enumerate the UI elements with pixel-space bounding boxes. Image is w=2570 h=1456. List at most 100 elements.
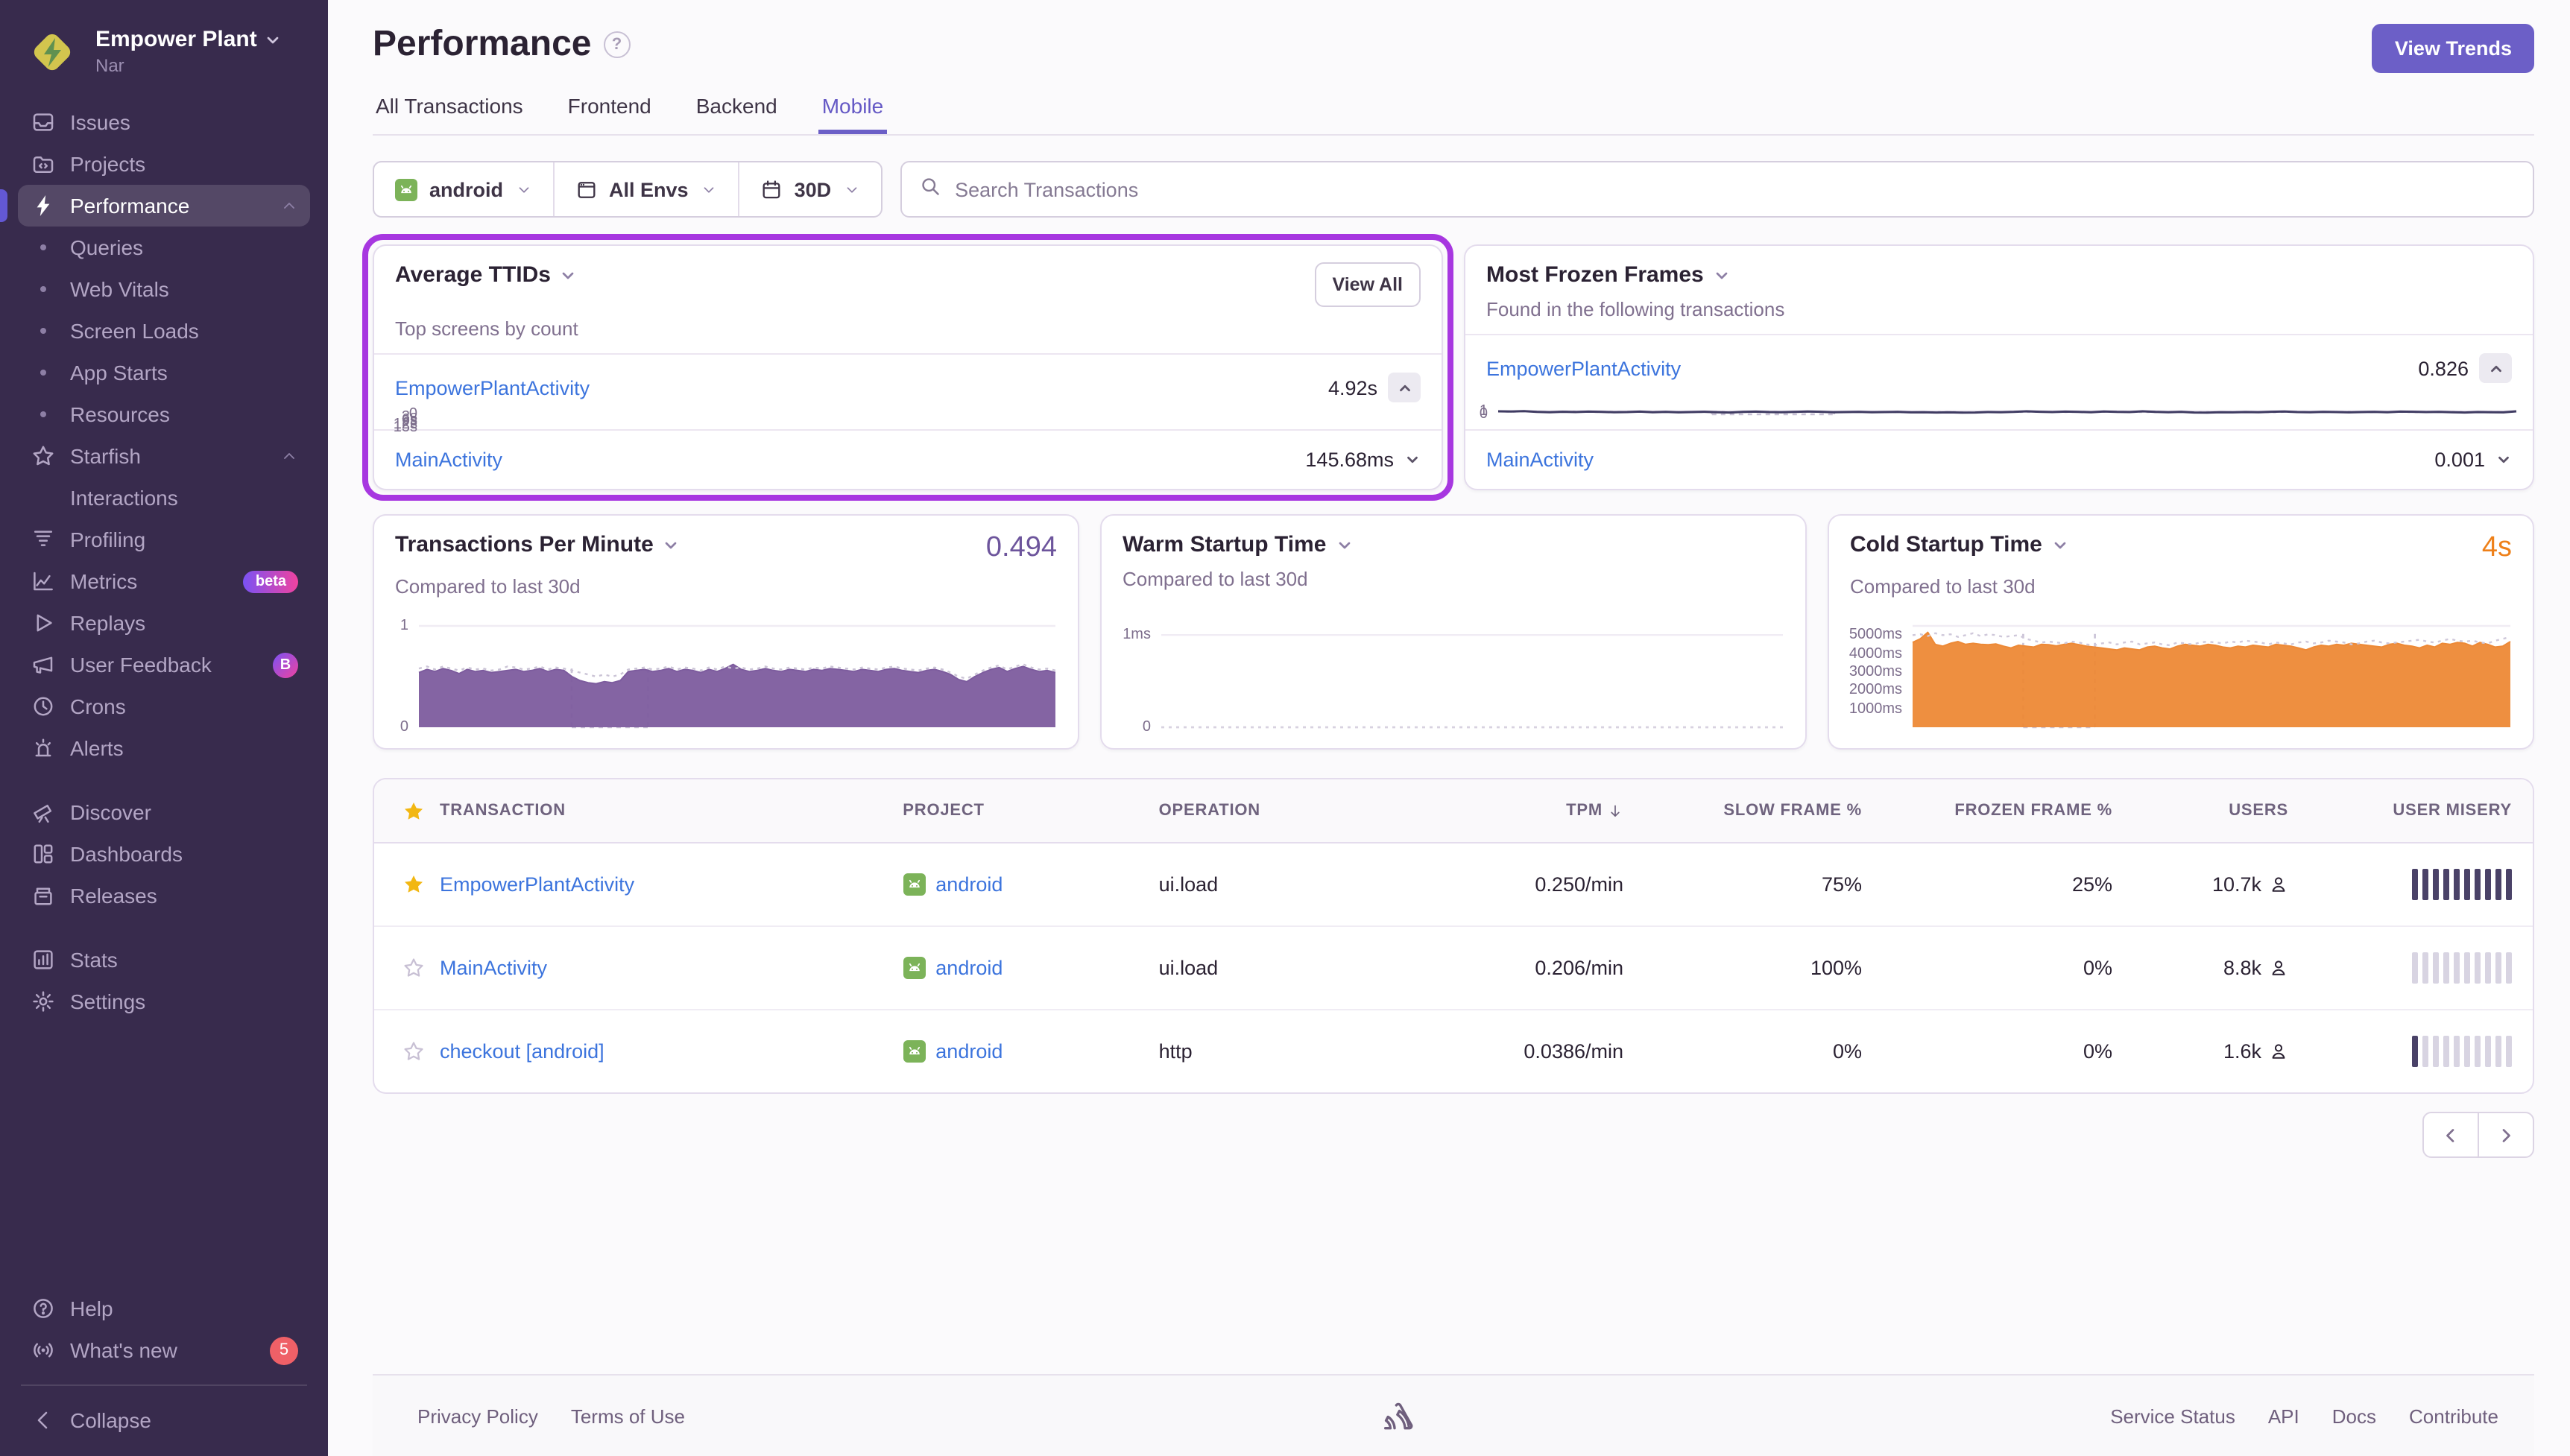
- sidebar: Empower Plant Nar IssuesProjectsPerforma…: [0, 0, 328, 1456]
- users-cell: 8.8k: [2112, 957, 2288, 979]
- sidebar-item-web-vitals[interactable]: Web Vitals: [18, 268, 310, 310]
- table-body: EmpowerPlantActivityandroidui.load0.250/…: [374, 843, 2533, 1092]
- help-question-icon[interactable]: ?: [603, 31, 630, 58]
- filter-all-envs-dropdown[interactable]: All Envs: [552, 162, 738, 216]
- transaction-link[interactable]: MainActivity: [440, 957, 903, 979]
- transaction-link[interactable]: EmpowerPlantActivity: [395, 376, 590, 399]
- cold-startup-chart[interactable]: 5000ms4000ms3000ms2000ms1000ms: [1835, 617, 2518, 733]
- warm-startup-title[interactable]: Warm Startup Time: [1123, 532, 1353, 557]
- sidebar-item-replays[interactable]: Replays: [18, 602, 310, 644]
- sidebar-item-queries[interactable]: Queries: [18, 227, 310, 268]
- footer-link-contribute[interactable]: Contribute: [2409, 1405, 2498, 1427]
- frozen-frames-title[interactable]: Most Frozen Frames: [1486, 262, 1731, 288]
- tab-backend[interactable]: Backend: [693, 94, 780, 134]
- transaction-link[interactable]: EmpowerPlantActivity: [1486, 357, 1681, 379]
- collapse-chevron-up-button[interactable]: [1388, 373, 1421, 402]
- org-switcher[interactable]: Empower Plant Nar: [18, 18, 310, 101]
- sidebar-item-discover[interactable]: Discover: [18, 791, 310, 833]
- sidebar-item-dashboards[interactable]: Dashboards: [18, 833, 310, 875]
- tab-frontend[interactable]: Frontend: [565, 94, 654, 134]
- sidebar-item-label: Collapse: [70, 1408, 298, 1432]
- footer-link-privacy-policy[interactable]: Privacy Policy: [417, 1405, 538, 1427]
- footer-link-api[interactable]: API: [2268, 1405, 2299, 1427]
- view-all-button[interactable]: View All: [1315, 262, 1421, 307]
- collapse-chevron-up-button[interactable]: [2479, 353, 2512, 383]
- project-link[interactable]: android: [935, 873, 1003, 896]
- sidebar-item-issues[interactable]: Issues: [18, 101, 310, 143]
- transaction-link[interactable]: checkout [android]: [440, 1040, 903, 1063]
- column-header-tpm[interactable]: TPM: [1415, 802, 1623, 820]
- filter-android-dropdown[interactable]: android: [374, 162, 552, 216]
- sidebar-item-settings[interactable]: Settings: [18, 981, 310, 1022]
- sidebar-item-app-starts[interactable]: App Starts: [18, 352, 310, 393]
- sidebar-item-screen-loads[interactable]: Screen Loads: [18, 310, 310, 352]
- sidebar-item-stats[interactable]: Stats: [18, 939, 310, 981]
- sidebar-item-performance[interactable]: Performance: [18, 185, 310, 227]
- avg-ttids-title[interactable]: Average TTIDs: [395, 262, 578, 288]
- sidebar-item-releases[interactable]: Releases: [18, 875, 310, 917]
- footer-link-docs[interactable]: Docs: [2332, 1405, 2376, 1427]
- sidebar-item-help[interactable]: Help: [18, 1288, 310, 1329]
- app-root: Empower Plant Nar IssuesProjectsPerforma…: [0, 0, 2570, 1456]
- transaction-link[interactable]: MainActivity: [395, 449, 502, 471]
- star-outline-icon[interactable]: [386, 1040, 440, 1063]
- bullet-dot-icon: [30, 276, 55, 302]
- badge: beta: [244, 570, 298, 592]
- tpm-title[interactable]: Transactions Per Minute: [395, 532, 681, 557]
- tpm-cell: 0.0386/min: [1415, 1040, 1623, 1063]
- footer-link-terms-of-use[interactable]: Terms of Use: [571, 1405, 685, 1427]
- broadcast-icon: [30, 1338, 55, 1363]
- cold-startup-value: 4s: [2482, 532, 2512, 565]
- sidebar-item-alerts[interactable]: Alerts: [18, 727, 310, 769]
- view-trends-button[interactable]: View Trends: [2372, 24, 2534, 73]
- android-icon: [903, 873, 925, 896]
- star-outline-icon[interactable]: [386, 957, 440, 979]
- tpm-subtitle: Compared to last 30d: [395, 575, 1057, 598]
- frozen-frame-cell: 0%: [1862, 957, 2112, 979]
- org-name: Empower Plant: [95, 28, 257, 54]
- sidebar-item-label: Interactions: [70, 486, 298, 510]
- avg-ttids-subtitle: Top screens by count: [395, 317, 1421, 340]
- sidebar-item-starfish[interactable]: Starfish: [18, 435, 310, 477]
- person-icon: [2269, 1042, 2288, 1061]
- sidebar-item-crons[interactable]: Crons: [18, 686, 310, 727]
- footer-left-links: Privacy Policy Terms of Use: [417, 1405, 685, 1427]
- sidebar-item-collapse[interactable]: Collapse: [18, 1399, 310, 1441]
- cold-startup-title[interactable]: Cold Startup Time: [1850, 532, 2069, 557]
- sidebar-item-resources[interactable]: Resources: [18, 393, 310, 435]
- frozen-frames-chart[interactable]: 10: [1468, 401, 2524, 420]
- tab-all-transactions[interactable]: All Transactions: [373, 94, 526, 134]
- search-input[interactable]: [952, 177, 2515, 202]
- operation-cell: ui.load: [1159, 873, 1415, 896]
- sidebar-item-label: Starfish: [70, 444, 265, 468]
- footer-link-service-status[interactable]: Service Status: [2110, 1405, 2235, 1427]
- slow-frame-cell: 100%: [1623, 957, 1862, 979]
- sidebar-item-profiling[interactable]: Profiling: [18, 519, 310, 560]
- search-box[interactable]: [900, 161, 2534, 218]
- sidebar-item-label: Dashboards: [70, 842, 298, 866]
- next-page-button[interactable]: [2478, 1113, 2533, 1156]
- sidebar-item-interactions[interactable]: Interactions: [18, 477, 310, 519]
- tpm-chart[interactable]: 10: [380, 617, 1063, 733]
- warm-startup-chart[interactable]: 1ms0: [1108, 610, 1790, 733]
- frozen-frames-subtitle: Found in the following transactions: [1486, 298, 2512, 320]
- chevron-down-icon: [2051, 536, 2069, 554]
- project-link[interactable]: android: [935, 957, 1003, 979]
- transaction-link[interactable]: EmpowerPlantActivity: [440, 873, 903, 896]
- sidebar-item-metrics[interactable]: Metricsbeta: [18, 560, 310, 602]
- project-link[interactable]: android: [935, 1040, 1003, 1063]
- expand-chevron-down-button[interactable]: [2495, 452, 2512, 468]
- expand-chevron-down-button[interactable]: [1404, 452, 1421, 468]
- sidebar-item-label: Settings: [70, 990, 298, 1013]
- tab-mobile[interactable]: Mobile: [819, 94, 887, 134]
- sidebar-item-user-feedback[interactable]: User FeedbackB: [18, 644, 310, 686]
- dashboard-icon: [30, 841, 55, 867]
- sidebar-item-projects[interactable]: Projects: [18, 143, 310, 185]
- sidebar-item-what-s-new[interactable]: What's new5: [18, 1329, 310, 1371]
- prev-page-button[interactable]: [2424, 1113, 2478, 1156]
- tpm-card: Transactions Per Minute 0.494 Compared t…: [373, 514, 1079, 750]
- sidebar-item-label: Crons: [70, 694, 298, 718]
- transaction-link[interactable]: MainActivity: [1486, 449, 1594, 471]
- star-filled-icon[interactable]: [386, 873, 440, 896]
- filter-30d-dropdown[interactable]: 30D: [738, 162, 881, 216]
